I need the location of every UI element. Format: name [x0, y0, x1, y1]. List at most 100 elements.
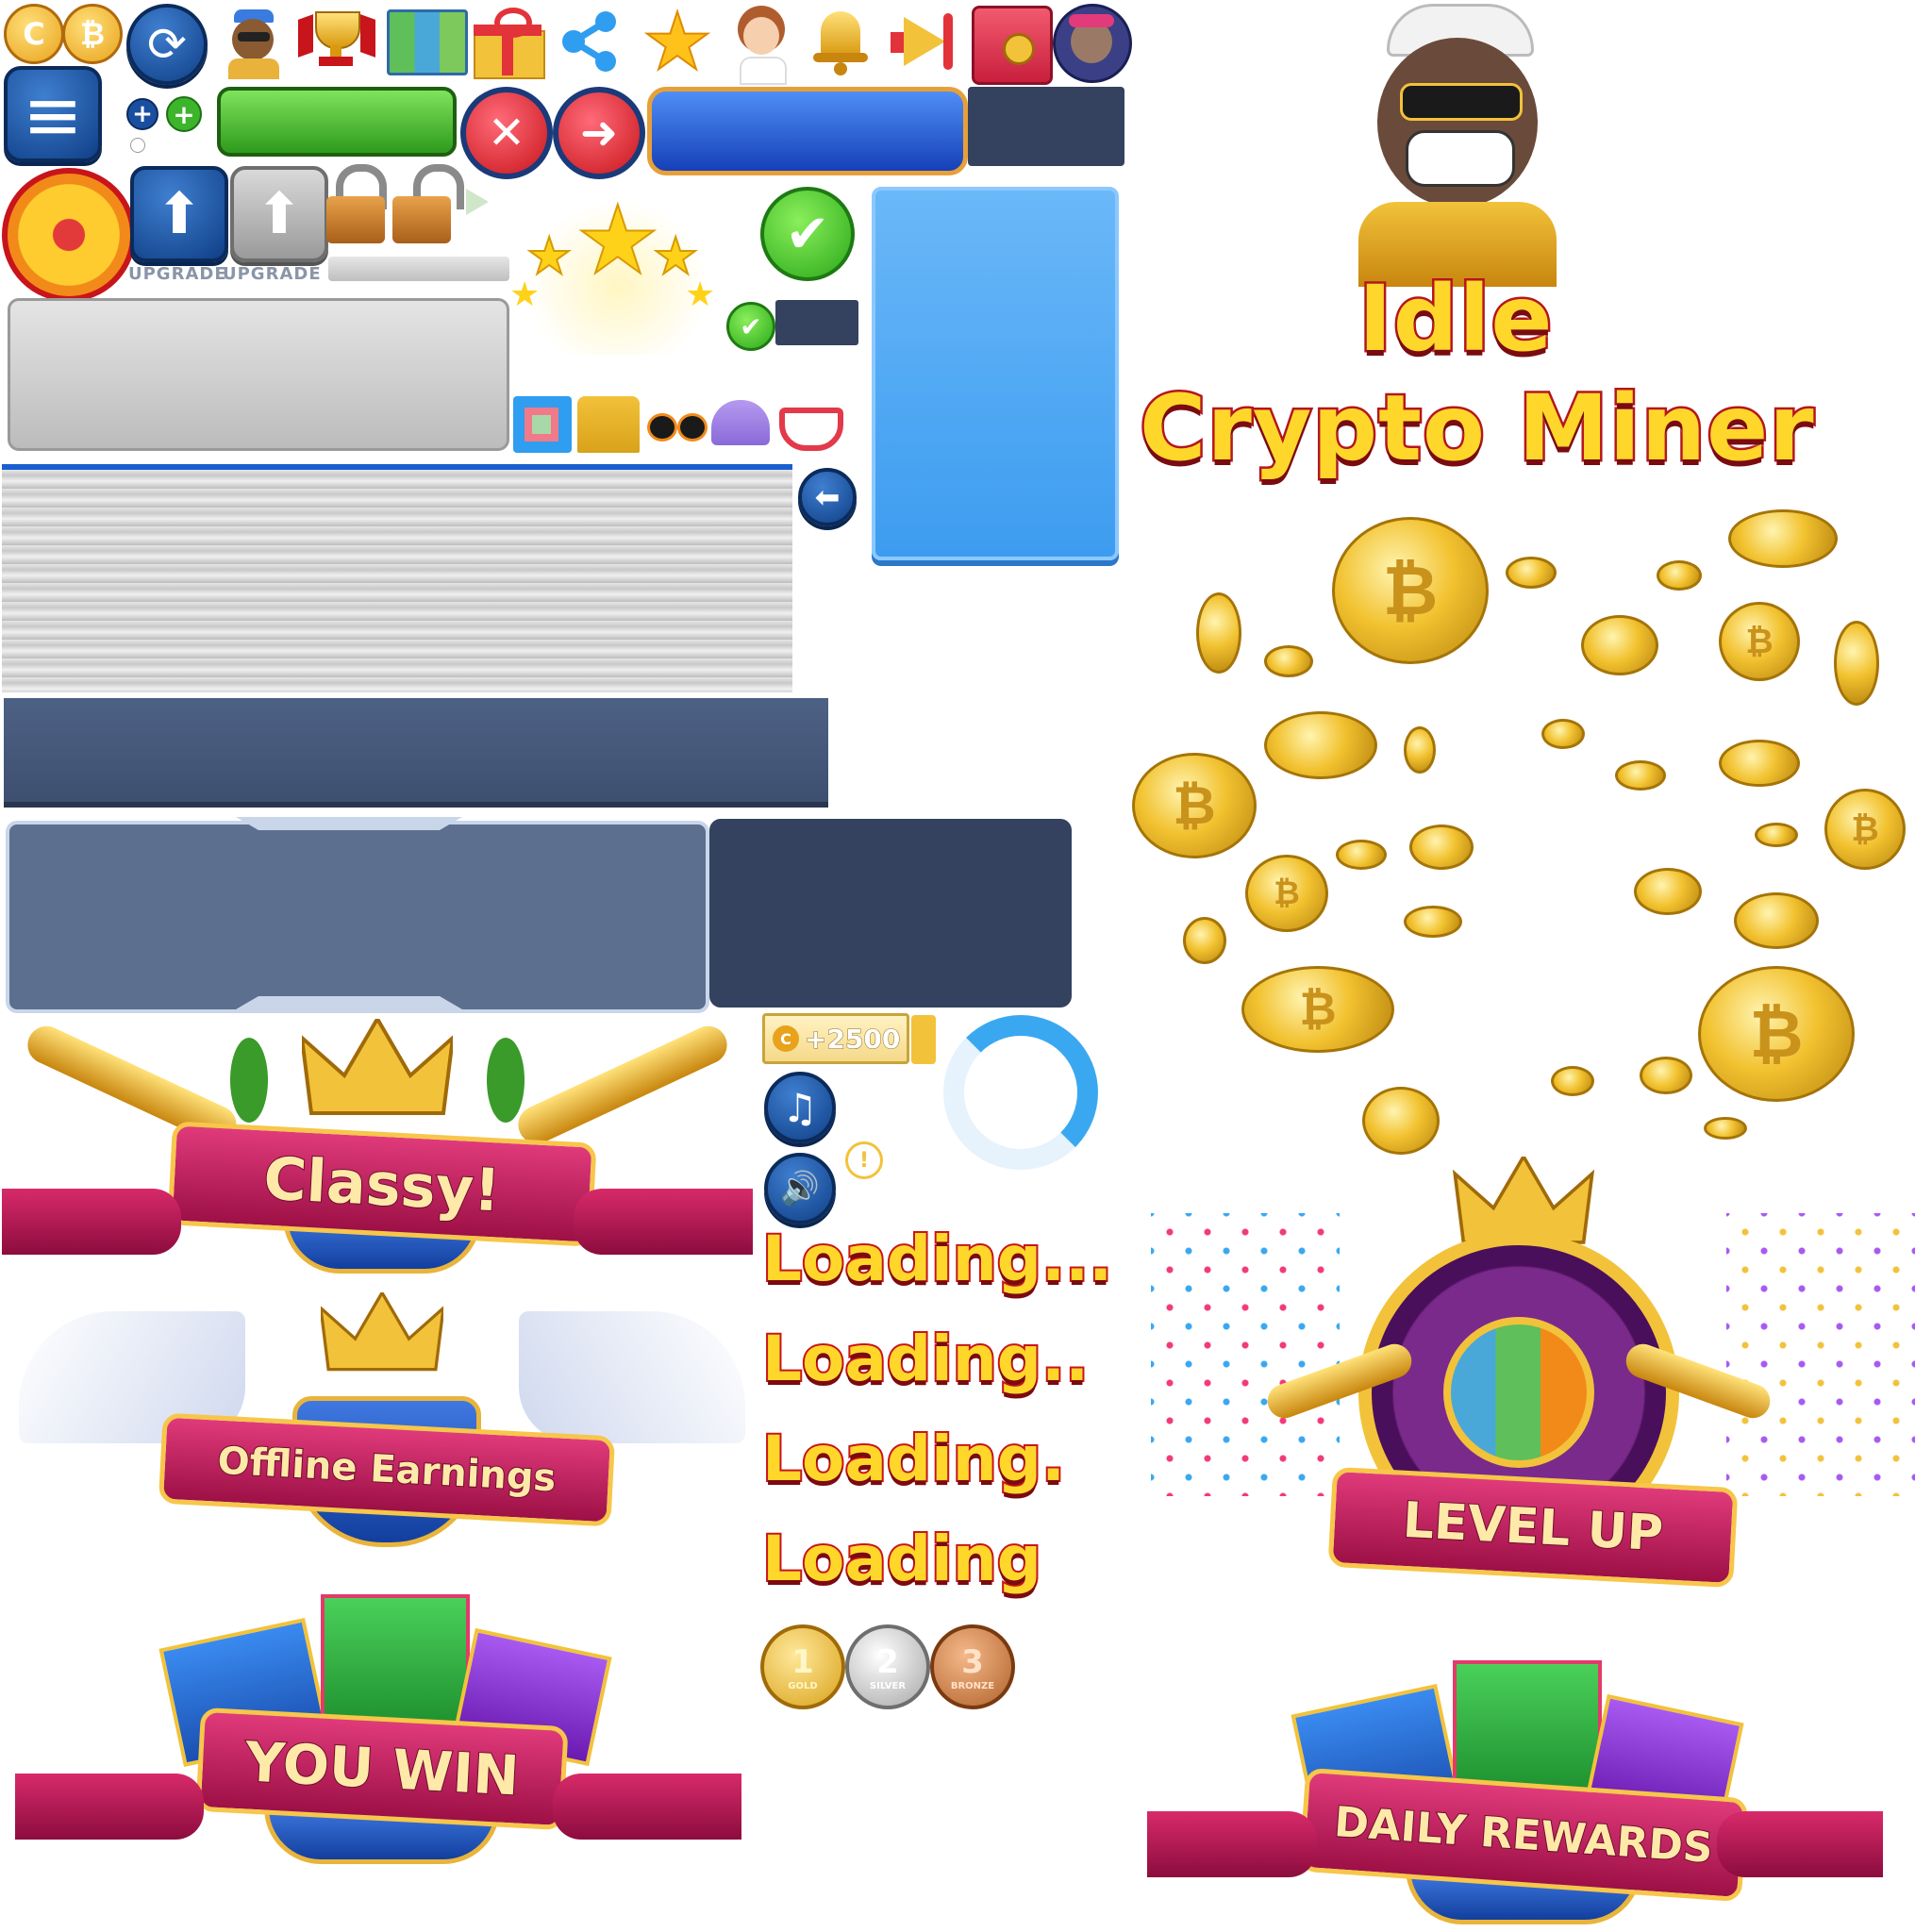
spin-wheel-icon[interactable] — [2, 168, 136, 302]
bitcoin-coin-2: ₿ — [1719, 602, 1800, 681]
beanie-icon — [711, 400, 770, 445]
ribbon-tail-left-win — [15, 1774, 204, 1840]
upgrade-button-active[interactable]: ⬆ — [130, 166, 228, 262]
dark-panel-large — [709, 819, 1072, 1008]
bitcoin-coin-6: ₿ — [1698, 966, 1855, 1102]
level-up-badge: LEVEL UP — [1141, 1153, 1924, 1647]
loading-text-2: Loading.. — [760, 1321, 1091, 1397]
ribbon-tail-right — [574, 1189, 753, 1255]
plus-icon-small[interactable]: + — [126, 98, 158, 130]
upgrade-label-1: UPGRADE — [128, 264, 227, 284]
gray-progress-bar — [328, 257, 509, 281]
arrow-up-icon-disabled: ⬆ — [255, 181, 304, 247]
crown-icon-offline — [318, 1290, 446, 1377]
info-icon-tiny — [130, 138, 145, 153]
alert-glyph: ! — [858, 1148, 870, 1173]
lock-open-icon — [392, 164, 464, 245]
silver-medal-number: 2 — [876, 1642, 899, 1681]
bitcoin-coin-4: ₿ — [1824, 789, 1906, 870]
confetti-left — [1151, 1213, 1340, 1496]
monkey-mascot — [1358, 4, 1557, 287]
reward-value: +2500 — [804, 1023, 901, 1055]
silver-medal-label: SILVER — [869, 1680, 907, 1691]
bitcoin-glyph: ₿ — [79, 16, 106, 52]
menu-button[interactable]: ≡ — [4, 66, 102, 162]
coin-small-20 — [1640, 1057, 1692, 1094]
coin-small-4 — [1657, 560, 1702, 591]
back-button[interactable]: ⬅ — [798, 468, 857, 526]
silver-medal-icon: 2 SILVER — [845, 1624, 930, 1709]
offline-earnings-banner: Offline Earnings — [19, 1290, 745, 1557]
check-glyph-small: ✔ — [740, 310, 762, 342]
plus-icon-green[interactable]: + — [166, 96, 202, 132]
coin-small-3 — [1506, 557, 1557, 589]
upgrade-label-2: UPGRADE — [223, 264, 322, 284]
gray-panel — [8, 298, 509, 451]
coin-small-1 — [1196, 592, 1241, 674]
star-far-right: ★ — [685, 275, 716, 314]
daily-ribbon-tail-right — [1717, 1811, 1883, 1877]
safe-icon — [972, 6, 1053, 85]
map-icon — [387, 9, 468, 75]
bronze-medal-icon: 3 BRONZE — [930, 1624, 1015, 1709]
you-win-text: YOU WIN — [242, 1728, 522, 1808]
coin-small-12 — [1615, 760, 1666, 791]
classy-ribbon: Classy! — [167, 1121, 597, 1247]
coin-small-6 — [1581, 615, 1658, 675]
music-button[interactable]: ♫ — [764, 1072, 836, 1143]
coin-small-5 — [1728, 509, 1838, 568]
bronze-medal-number: 3 — [961, 1642, 984, 1681]
coin-small-22 — [1704, 1117, 1747, 1140]
share-icon[interactable] — [555, 8, 625, 75]
bitcoin-icon: ₿ — [62, 4, 123, 64]
coin-small-9 — [1404, 726, 1436, 774]
lock-closed-icon — [326, 164, 387, 245]
close-button[interactable]: ✕ — [460, 87, 553, 179]
slate-panel-notch-bottom — [236, 996, 462, 1009]
level-up-text: LEVEL UP — [1401, 1491, 1666, 1563]
you-win-ribbon: YOU WIN — [195, 1707, 569, 1831]
coin-small-15 — [1755, 823, 1798, 847]
coin-small-19 — [1404, 906, 1462, 938]
reward-chip: C +2500 — [762, 1013, 909, 1064]
megaphone-icon — [885, 8, 960, 77]
green-button-bar[interactable] — [217, 87, 457, 157]
blue-button-bar[interactable] — [647, 87, 968, 175]
ribbon-tail-right-win — [553, 1774, 741, 1840]
stars-burst-icon: ★ ★ ★ ★ ★ — [509, 184, 726, 355]
sound-button[interactable]: 🔊 — [764, 1153, 836, 1224]
coin-small-7 — [1834, 621, 1879, 706]
dark-panel-tiny — [775, 300, 858, 345]
coin-small-16 — [1634, 868, 1702, 915]
refresh-icon: ⟳ — [147, 17, 187, 72]
coin-small-17 — [1734, 892, 1819, 949]
bitcoin-coin-7: ₿ — [1241, 966, 1394, 1053]
star-far-left: ★ — [509, 275, 541, 314]
light-blue-panel — [872, 187, 1119, 560]
monkey-avatar-icon — [219, 4, 285, 79]
teeth-icon — [779, 408, 843, 451]
you-win-banner: YOU WIN — [9, 1575, 745, 1877]
gift-icon — [470, 8, 545, 79]
girl-avatar-icon — [728, 4, 794, 85]
crown-icon — [299, 1015, 456, 1123]
upgrade-button-disabled[interactable]: ⬆ — [230, 166, 328, 262]
plus-glyph-2: + — [173, 98, 195, 130]
coin-c-icon: C — [4, 4, 64, 64]
check-icon-small: ✔ — [726, 302, 775, 351]
refresh-button[interactable]: ⟳ — [126, 4, 208, 85]
bitcoin-coin-3: ₿ — [1132, 753, 1257, 858]
level-up-ribbon: LEVEL UP — [1327, 1466, 1739, 1589]
coin-small-14 — [1336, 840, 1387, 870]
next-button[interactable]: ➜ — [553, 87, 645, 179]
star-glyph: ★ — [641, 0, 713, 89]
bitcoin-coin-1: ₿ — [1332, 517, 1489, 664]
gold-medal-number: 1 — [791, 1642, 814, 1681]
pause-icon-gold — [911, 1015, 936, 1064]
gold-medal-icon: 1 GOLD — [760, 1624, 845, 1709]
coin-small-23 — [1551, 1066, 1594, 1096]
loading-spinner — [943, 1015, 1098, 1170]
classy-text: Classy! — [261, 1142, 504, 1225]
bronze-medal-label: BRONZE — [950, 1680, 995, 1691]
level-up-map-icon — [1443, 1317, 1594, 1468]
